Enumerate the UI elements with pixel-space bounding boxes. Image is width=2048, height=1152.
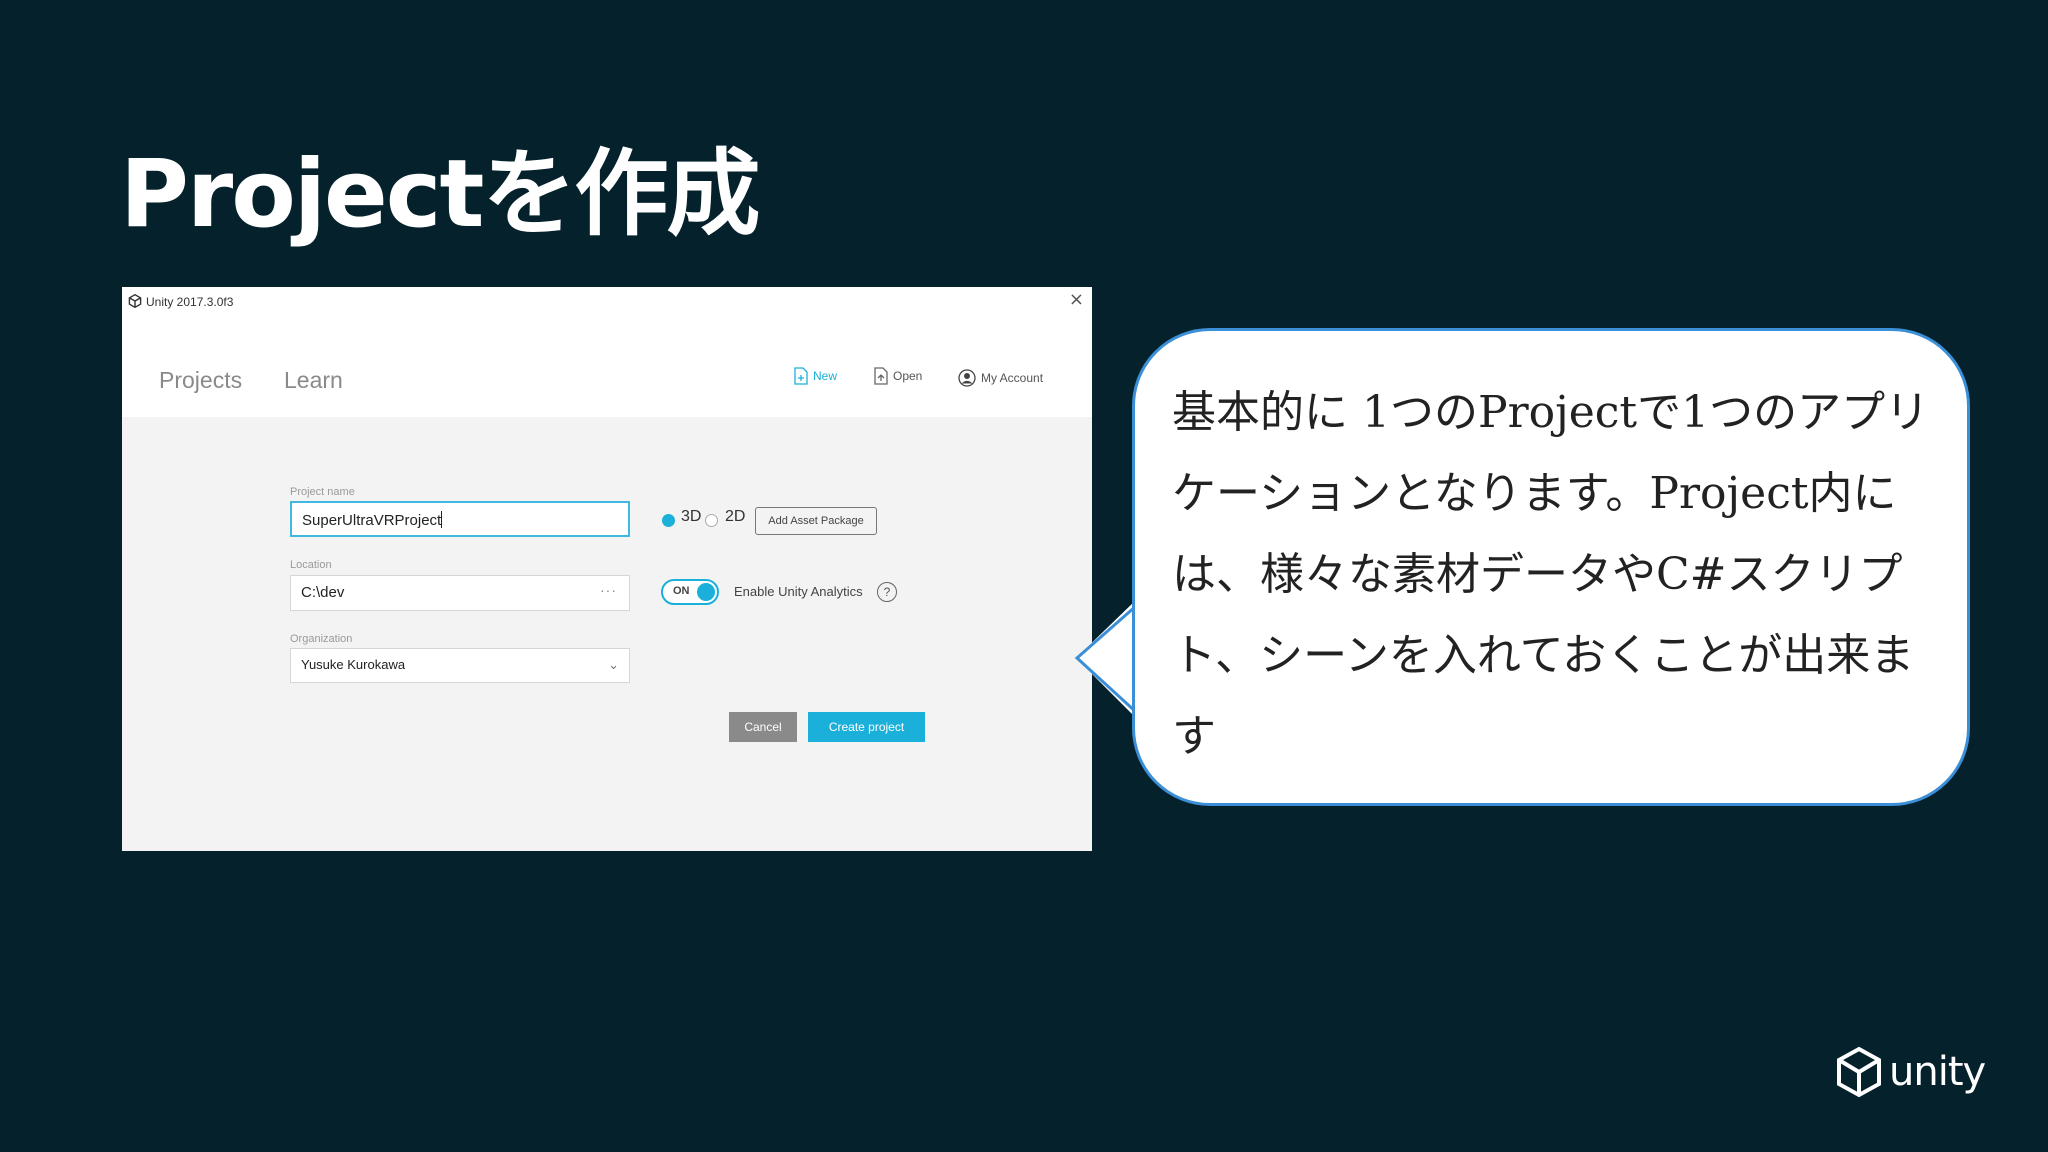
analytics-label: Enable Unity Analytics (734, 584, 863, 599)
account-icon (958, 369, 976, 387)
account-button[interactable]: My Account (958, 369, 1043, 387)
radio-2d[interactable] (705, 514, 718, 527)
callout-text: 基本的に 1つのProjectで1つのアプリケーションとなります。Project… (1172, 387, 1930, 762)
toggle-knob (697, 583, 715, 601)
unity-launcher-window: Unity 2017.3.0f3 × Projects Learn New Op… (122, 287, 1092, 851)
location-label: Location (290, 559, 332, 571)
new-file-icon (794, 367, 808, 385)
more-icon[interactable]: ··· (600, 582, 617, 598)
unity-logo-icon (128, 294, 142, 308)
account-label: My Account (981, 371, 1044, 385)
radio-3d-label: 3D (681, 508, 702, 525)
launcher-header: Unity 2017.3.0f3 × Projects Learn New Op… (122, 287, 1092, 417)
project-name-value: SuperUltraVRProject (302, 512, 442, 529)
open-button[interactable]: Open (874, 367, 922, 385)
radio-3d[interactable] (662, 514, 675, 527)
tab-learn[interactable]: Learn (284, 367, 343, 394)
organization-select[interactable]: Yusuke Kurokawa ⌄ (290, 648, 630, 683)
unity-logo-icon (1837, 1046, 1881, 1098)
chevron-down-icon: ⌄ (608, 657, 619, 672)
radio-2d-label: 2D (725, 508, 746, 525)
toggle-state: ON (673, 585, 690, 597)
open-file-icon (874, 367, 888, 385)
open-label: Open (893, 369, 923, 383)
location-value: C:\dev (301, 584, 345, 601)
location-input[interactable]: C:\dev ··· (290, 575, 630, 611)
cancel-button[interactable]: Cancel (729, 712, 797, 742)
tab-projects[interactable]: Projects (159, 367, 242, 394)
organization-label: Organization (290, 633, 353, 645)
analytics-toggle[interactable]: ON (661, 579, 719, 605)
help-icon[interactable]: ? (877, 582, 897, 602)
new-label: New (813, 369, 838, 383)
project-name-label: Project name (290, 486, 355, 498)
slide-title: Projectを作成 (120, 140, 760, 249)
create-project-button[interactable]: Create project (808, 712, 925, 742)
window-title: Unity 2017.3.0f3 (146, 295, 234, 309)
close-icon[interactable]: × (1069, 289, 1084, 310)
new-button[interactable]: New (794, 367, 837, 385)
project-name-input[interactable]: SuperUltraVRProject (290, 501, 630, 537)
organization-value: Yusuke Kurokawa (301, 657, 406, 672)
unity-wordmark: unity (1889, 1049, 1986, 1095)
add-asset-package-button[interactable]: Add Asset Package (755, 507, 877, 535)
unity-logo: unity (1835, 1046, 1986, 1098)
text-caret (441, 511, 443, 528)
